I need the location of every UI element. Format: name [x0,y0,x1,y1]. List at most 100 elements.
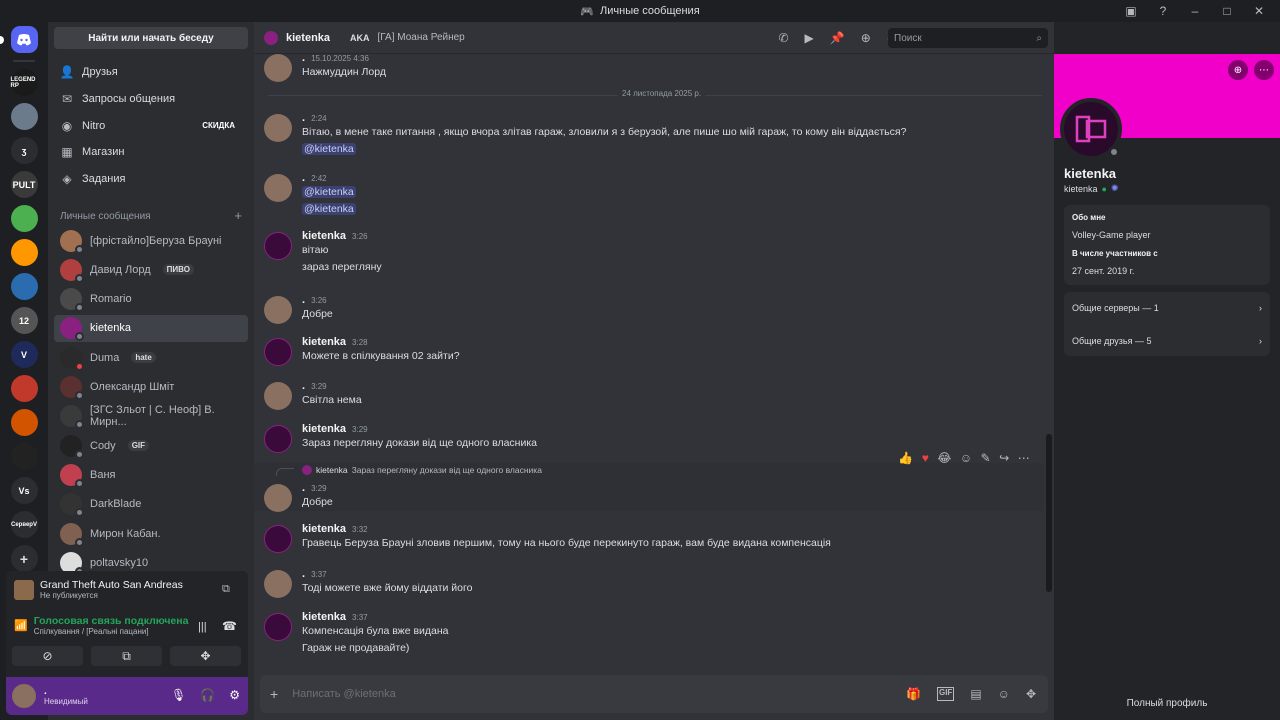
screen-share-button[interactable]: ⧉ [91,646,162,666]
server-icon[interactable] [10,273,38,300]
avatar[interactable] [264,525,292,553]
gift-icon[interactable]: 🎁 [906,687,921,701]
attach-icon[interactable]: + [270,686,278,702]
dm-item[interactable]: Давид Лорд ПИВО [54,256,248,283]
avatar[interactable] [264,382,292,410]
avatar[interactable] [264,484,292,512]
home-button[interactable] [0,26,38,53]
gif-icon[interactable]: GIF [936,687,955,701]
reply-preview[interactable]: kietenka Зараз перегляну докази від ще од… [302,465,542,475]
avatar[interactable] [1060,98,1122,160]
edit-icon[interactable]: ✎ [981,451,991,465]
nav-item-mail[interactable]: ✉ Запросы общения [54,86,248,112]
video-call-icon[interactable]: ▶ [805,31,814,45]
stream-game-icon[interactable]: ⧉ [222,583,230,596]
add-reaction-icon[interactable]: ☺ [960,451,972,465]
server-icon[interactable]: ʒ [10,137,38,164]
forward-icon[interactable]: ↪ [999,451,1009,465]
thumbs-up-reaction-icon[interactable]: 👍 [898,451,913,465]
add-friends-icon[interactable]: ⊕ [861,31,871,45]
server-icon[interactable] [10,409,38,436]
avatar[interactable] [264,114,292,142]
dm-item[interactable]: Romario [54,286,248,313]
avatar[interactable] [264,338,292,366]
dm-item[interactable]: Duma hate [54,344,248,371]
voice-call-icon[interactable]: ✆ [778,31,788,45]
pin-icon[interactable]: 📌 [830,31,845,45]
full-profile-link[interactable]: Полный профиль [1054,698,1280,709]
mutual-friends-row[interactable]: Общие друзья — 5 › [1072,336,1262,346]
heart-reaction-icon[interactable]: ♥ [922,451,929,465]
sticker-icon[interactable]: ▤ [970,687,981,701]
message-author[interactable]: kietenka [302,611,346,623]
more-icon[interactable]: ⋯ [1018,451,1030,465]
message-author[interactable]: . [302,482,305,494]
create-dm-icon[interactable]: + [234,208,242,223]
find-conversation-button[interactable]: Найти или начать беседу [54,27,248,49]
avatar[interactable] [264,570,292,598]
scrollbar[interactable] [1046,434,1052,592]
message-author[interactable]: kietenka [302,523,346,535]
mutual-servers-row[interactable]: Общие серверы — 1 › [1072,303,1262,313]
message-author[interactable]: . [302,112,305,124]
message-author[interactable]: . [302,568,305,580]
add-server-icon[interactable]: + [10,545,38,572]
disconnect-icon[interactable]: ☎ [222,619,237,633]
nav-item-friends[interactable]: 👤 Друзья [54,59,248,85]
server-icon[interactable] [10,239,38,266]
help-icon[interactable]: ? [1156,4,1170,18]
message-input[interactable]: Написать @kietenka [292,688,396,700]
search-input[interactable]: Поиск ⌕ [888,28,1048,48]
nav-item-shop[interactable]: ▦ Магазин [54,139,248,165]
server-icon[interactable]: 12 [10,307,38,334]
dm-item[interactable]: [фрістайло]Беруза Брауні [54,227,248,254]
avatar[interactable] [264,425,292,453]
server-icon[interactable] [10,103,38,130]
add-friend-icon[interactable]: ⊕ [1228,60,1248,80]
apps-icon[interactable]: ✥ [1026,687,1036,701]
mention[interactable]: @kietenka [302,143,356,155]
server-icon[interactable]: LEGEND RP [10,69,38,96]
activities-button[interactable]: ✥ [170,646,241,666]
mention[interactable]: @kietenka [302,186,356,198]
message-author[interactable]: . [302,380,305,392]
dm-item[interactable]: Олександр Шміт [54,374,248,401]
server-icon[interactable]: Vs [10,477,38,504]
dm-item[interactable]: Cody GIF [54,432,248,459]
dm-item[interactable]: Мирон Кабан. [54,520,248,547]
message-author[interactable]: kietenka [302,423,346,435]
message-author[interactable]: . [302,172,305,184]
server-icon[interactable] [10,443,38,470]
laugh-reaction-icon[interactable]: 😂 [937,451,951,465]
dm-item[interactable]: [ЗГС Зльот | С. Неоф] В. Мирн... [54,403,248,430]
server-icon[interactable] [10,375,38,402]
more-options-icon[interactable]: ⋯ [1254,60,1274,80]
dm-item[interactable]: Ваня [54,461,248,488]
noise-suppression-icon[interactable]: ||| [198,621,207,633]
dm-item[interactable]: DarkBlade [54,491,248,518]
message-author[interactable]: . [302,52,305,64]
avatar[interactable] [264,30,278,45]
mention[interactable]: @kietenka [302,203,356,215]
emoji-icon[interactable]: ☺ [998,687,1010,701]
minimize-button[interactable]: – [1188,4,1202,18]
avatar[interactable] [264,174,292,202]
close-button[interactable]: ✕ [1252,4,1266,18]
avatar[interactable] [12,684,36,708]
avatar[interactable] [264,296,292,324]
nav-item-nitro[interactable]: ◉ Nitro СКИДКА [54,113,248,139]
message-author[interactable]: . [302,294,305,306]
server-icon[interactable]: V [10,341,38,368]
avatar[interactable] [264,232,292,260]
inbox-icon[interactable]: ▣ [1124,4,1138,18]
server-icon[interactable]: PULT [10,171,38,198]
voice-channel[interactable]: Спілкування / [Реальні пацани] [34,627,189,636]
message-author[interactable]: kietenka [302,230,346,242]
nav-item-quests[interactable]: ◈ Задания [54,166,248,192]
message-author[interactable]: kietenka [302,336,346,348]
microphone-icon[interactable]: 🎙 [171,688,186,702]
server-icon[interactable]: СерверV [10,511,38,538]
avatar[interactable] [264,54,292,82]
dm-item[interactable]: kietenka [54,314,248,342]
camera-off-button[interactable]: ⊘ [12,646,83,666]
